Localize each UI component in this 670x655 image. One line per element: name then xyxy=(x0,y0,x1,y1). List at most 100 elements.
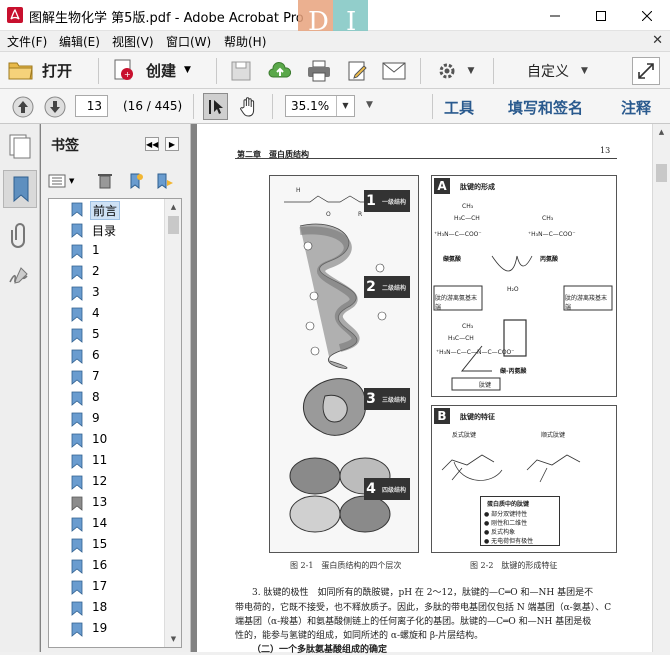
fill-sign-tab[interactable]: 填写和签名 xyxy=(508,97,583,118)
tools-tab[interactable]: 工具 xyxy=(444,97,474,118)
page-header-number: 13 xyxy=(600,146,611,155)
panel-title: 书签 xyxy=(51,138,79,154)
previous-page-button[interactable] xyxy=(11,95,35,119)
bookmark-item[interactable]: 5 xyxy=(49,325,167,346)
paperclip-icon xyxy=(11,223,25,248)
signatures-button[interactable] xyxy=(7,262,33,290)
bookmark-icon xyxy=(71,538,83,553)
upload-button[interactable] xyxy=(266,59,294,83)
edit-button[interactable] xyxy=(344,59,372,83)
menu-edit[interactable]: 编辑(E) xyxy=(59,33,100,50)
chevron-down-icon: ▼ xyxy=(336,96,354,116)
open-button[interactable]: 打开 xyxy=(8,56,72,84)
menu-view[interactable]: 视图(V) xyxy=(112,33,154,50)
level-badge-2: 2 二级结构 xyxy=(364,276,410,298)
customize-dropdown[interactable]: 自定义 ▼ xyxy=(527,60,588,82)
settings-button[interactable]: ▼ xyxy=(432,59,480,83)
email-button[interactable] xyxy=(380,59,408,83)
bookmark-settings-button[interactable] xyxy=(155,172,175,190)
select-tool-button[interactable] xyxy=(203,93,228,120)
page-thumbnails-button[interactable] xyxy=(7,132,33,160)
scroll-thumb[interactable] xyxy=(656,164,667,182)
bookmark-label: 17 xyxy=(92,579,108,593)
bookmark-item[interactable]: 9 xyxy=(49,409,167,430)
paragraph-line: 带电荷的，它既不接受，也不释放质子。因此，多肽的带电基团仅包括 N 端基团（α-… xyxy=(235,603,612,613)
page-thumbnails-icon xyxy=(9,134,31,159)
next-page-button[interactable] xyxy=(43,95,67,119)
bookmark-item[interactable]: 1 xyxy=(49,241,167,262)
scroll-up-arrow[interactable]: ▲ xyxy=(165,199,182,215)
dipeptide-label: 缬-丙氨酸 xyxy=(500,368,527,375)
bookmark-item[interactable]: 11 xyxy=(49,451,167,472)
bookmark-item[interactable]: 8 xyxy=(49,388,167,409)
new-bookmark-button[interactable] xyxy=(127,172,145,190)
scroll-up-arrow[interactable]: ▲ xyxy=(653,124,670,140)
bookmark-item[interactable]: 3 xyxy=(49,283,167,304)
create-button[interactable]: + 创建 ▼ xyxy=(112,56,191,84)
print-button[interactable] xyxy=(305,59,333,83)
bookmarks-button[interactable] xyxy=(3,170,37,208)
maximize-button[interactable] xyxy=(578,0,624,31)
options-button[interactable]: ▼ xyxy=(48,172,82,190)
expand-panel-button[interactable]: ▶ xyxy=(165,137,179,151)
scroll-down-arrow[interactable]: ▼ xyxy=(165,631,182,647)
save-icon xyxy=(231,61,251,81)
fullscreen-button[interactable] xyxy=(632,57,660,85)
bookmark-item[interactable]: 17 xyxy=(49,577,167,598)
bookmark-item[interactable]: 6 xyxy=(49,346,167,367)
bookmark-item[interactable]: 7 xyxy=(49,367,167,388)
menu-bar: 文件(F) 编辑(E) 视图(V) 窗口(W) 帮助(H) xyxy=(0,31,670,51)
new-bookmark-icon xyxy=(130,173,143,189)
collapse-panel-button[interactable]: ◀◀ xyxy=(145,137,159,151)
overflow-chevron-icon[interactable]: ▼ xyxy=(366,100,373,110)
bookmark-label: 7 xyxy=(92,369,100,383)
bookmark-item[interactable]: 18 xyxy=(49,598,167,619)
bookmark-item[interactable]: 13 xyxy=(49,493,167,514)
bookmark-label: 3 xyxy=(92,285,100,299)
bookmark-item[interactable]: 14 xyxy=(49,514,167,535)
hand-tool-button[interactable] xyxy=(236,93,261,120)
delete-bookmark-button[interactable] xyxy=(97,172,115,190)
svg-text:⁺H₃N—C—COO⁻: ⁺H₃N—C—COO⁻ xyxy=(528,231,576,238)
bookmark-scrollbar[interactable]: ▲ ▼ xyxy=(164,199,181,647)
svg-text:H₃C—CH: H₃C—CH xyxy=(454,215,480,222)
create-label: 创建 xyxy=(146,61,177,80)
minimize-button[interactable] xyxy=(532,0,578,31)
bookmark-item[interactable]: 12 xyxy=(49,472,167,493)
free-carboxyl-note: 肽的游离羧基末端 xyxy=(565,295,608,311)
bookmark-label: 1 xyxy=(92,243,100,257)
menu-help[interactable]: 帮助(H) xyxy=(224,33,266,50)
save-button[interactable] xyxy=(228,59,254,83)
bookmark-icon xyxy=(71,517,83,532)
scroll-thumb[interactable] xyxy=(168,216,179,234)
document-scrollbar[interactable]: ▲ xyxy=(652,124,670,652)
bookmark-item[interactable]: 19 xyxy=(49,619,167,640)
menu-file[interactable]: 文件(F) xyxy=(7,33,47,50)
menu-window[interactable]: 窗口(W) xyxy=(166,33,211,50)
close-document-icon[interactable]: ✕ xyxy=(652,33,663,48)
close-button[interactable] xyxy=(624,0,670,31)
bookmark-item[interactable]: 15 xyxy=(49,535,167,556)
bookmark-item[interactable]: 16 xyxy=(49,556,167,577)
figure-2-2-caption: 图 2-2 肽键的形成特征 xyxy=(470,561,558,570)
bookmark-item[interactable]: 目录 xyxy=(49,220,167,241)
bookmark-icon xyxy=(71,223,83,238)
feature-item: ● 无电荷但有极性 xyxy=(484,538,534,545)
bookmark-item[interactable]: 4 xyxy=(49,304,167,325)
bookmark-item[interactable]: 2 xyxy=(49,262,167,283)
comment-tab[interactable]: 注释 xyxy=(621,97,651,118)
bookmark-label: 5 xyxy=(92,327,100,341)
cursor-icon xyxy=(208,99,223,114)
feature-item: ● 反式构象 xyxy=(484,529,516,536)
create-pdf-icon: + xyxy=(114,59,133,80)
bookmark-label: 目录 xyxy=(92,224,117,238)
printer-icon xyxy=(308,60,330,82)
gear-icon xyxy=(439,63,455,79)
bookmark-item[interactable]: 前言 xyxy=(49,199,167,220)
zoom-dropdown[interactable]: 35.1% ▼ xyxy=(285,95,355,117)
bookmark-item[interactable]: 10 xyxy=(49,430,167,451)
page-number-input[interactable] xyxy=(75,95,108,117)
attachments-button[interactable] xyxy=(7,220,33,248)
cloud-upload-icon xyxy=(268,62,292,78)
signature-icon xyxy=(9,267,28,284)
